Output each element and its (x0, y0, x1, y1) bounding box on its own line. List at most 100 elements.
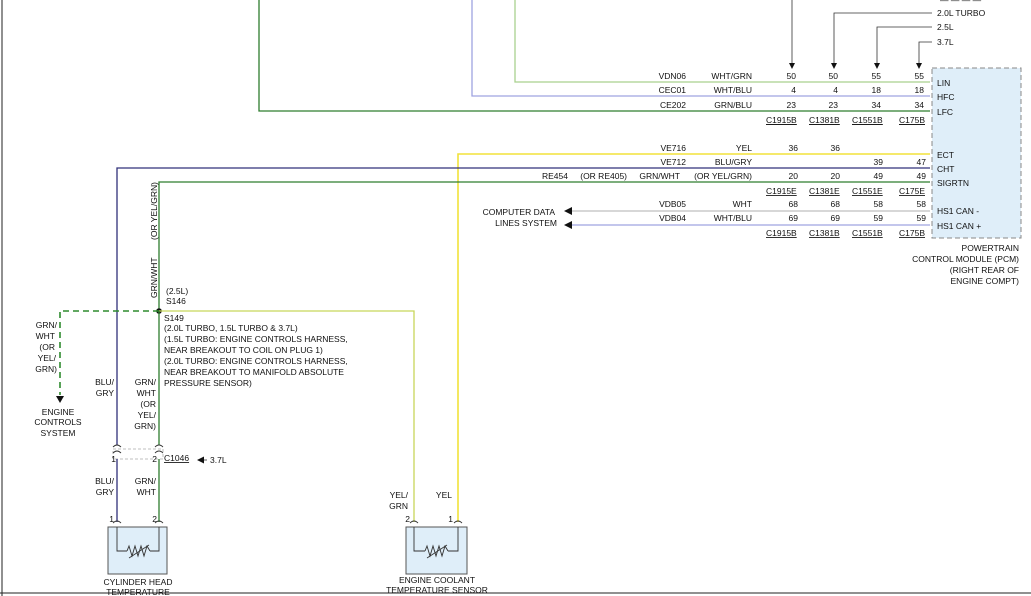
circuit-id-cec01: CEC01 (659, 85, 687, 95)
variant-arrows (789, 0, 932, 69)
connector-row3-c1551b: C1551B (852, 228, 883, 238)
connector-row1-c1551b: C1551B (852, 115, 883, 125)
cht-upper-right-wire-5: GRN) (134, 421, 156, 431)
ect-right-wire: YEL (436, 490, 452, 500)
c1046-pin-1: 1 (111, 454, 116, 464)
splice-s149-line2: (2.0L TURBO, 1.5L TURBO & 3.7L) (164, 323, 298, 333)
pcm-pin-lfc: LFC (937, 107, 953, 117)
circuit-color-vdb05: WHT (733, 199, 752, 209)
wire-re454-grn-wht (158, 181, 930, 310)
connector-row2-c1381e: C1381E (809, 186, 840, 196)
circuit-id-vdb04: VDB04 (659, 213, 686, 223)
ect-sensor-label-1: ENGINE COOLANT (399, 575, 475, 585)
cht-lower-left-wire-1: BLU/ (95, 476, 115, 486)
pin-vdb04-c1551: 59 (874, 213, 884, 223)
ect-left-wire-1: YEL/ (390, 490, 409, 500)
pin-re454-c1381: 20 (831, 171, 841, 181)
ect-left-wire-2: GRN (389, 501, 408, 511)
pin-re454-c175: 49 (917, 171, 927, 181)
variant-partial-label: — — — — (940, 0, 982, 5)
cht-sensor-pin-2: 2 (152, 514, 157, 524)
circuit-id-vdn06: VDN06 (659, 71, 687, 81)
cht-lower-right-wire-2: WHT (137, 487, 156, 497)
circuit-color-cec01: WHT/BLU (714, 85, 752, 95)
pcm-label-line3: (RIGHT REAR OF (950, 265, 1019, 275)
variant-label-3-7l: 3.7L (937, 37, 954, 47)
pin-vdb05-c1915: 68 (789, 199, 799, 209)
cht-sensor-pin-1: 1 (109, 514, 114, 524)
pin-ve712-c1551: 39 (874, 157, 884, 167)
pin-ve712-c175: 47 (917, 157, 927, 167)
connector-row1-c1381b: C1381B (809, 115, 840, 125)
c1046-variant: 3.7L (210, 455, 227, 465)
circuit-color-ce202: GRN/BLU (714, 100, 752, 110)
pcm-pin-hs1-can-minus: HS1 CAN - (937, 206, 979, 216)
vertical-wire-label-upper: (OR YEL/GRN) (149, 182, 159, 240)
left-branch-wire-5: GRN) (35, 364, 57, 374)
circuit-color-vdb04: WHT/BLU (714, 213, 752, 223)
engine-controls-label-1: ENGINE (42, 407, 75, 417)
c1046-pin-2: 2 (152, 454, 157, 464)
left-branch-wire-1: GRN/ (36, 320, 58, 330)
pin-re454-c1915: 20 (789, 171, 799, 181)
pin-re454-c1551: 49 (874, 171, 884, 181)
pin-cec01-c175: 18 (915, 85, 925, 95)
cht-upper-left-wire-2: GRY (96, 388, 115, 398)
cht-sensor-label-1: CYLINDER HEAD (104, 577, 173, 587)
pcm-pin-lin: LIN (937, 78, 950, 88)
c1046-variant-arrow (197, 456, 204, 464)
connector-row1-c175b: C175B (899, 115, 925, 125)
splice-s149-line3: (1.5L TURBO: ENGINE CONTROLS HARNESS, (164, 334, 348, 344)
connector-row3-c175b: C175B (899, 228, 925, 238)
ect-sensor-label-2: TEMPERATURE SENSOR (386, 585, 488, 595)
pcm-pin-cht: CHT (937, 164, 954, 174)
ect-sensor (405, 520, 468, 575)
pin-vdb05-c1381: 68 (831, 199, 841, 209)
connector-row1-c1915b: C1915B (766, 115, 797, 125)
circuit-color-ve712: BLU/GRY (715, 157, 752, 167)
cht-lower-left-wire-2: GRY (96, 487, 115, 497)
variant-label-2-0l-turbo: 2.0L TURBO (937, 8, 986, 18)
cht-sensor-label-2: TEMPERATURE (106, 587, 170, 596)
pcm-label-line1: POWERTRAIN (962, 243, 1019, 253)
circuit-id-vdb05: VDB05 (659, 199, 686, 209)
pcm-pin-hfc: HFC (937, 92, 954, 102)
splice-s146-variant: (2.5L) (166, 286, 188, 296)
pin-ve716-c1381: 36 (831, 143, 841, 153)
left-branch-wire-2: WHT (36, 331, 55, 341)
computer-data-label-1: COMPUTER DATA (483, 207, 556, 217)
pin-cec01-c1381: 4 (833, 85, 838, 95)
pin-vdn06-c1551: 55 (872, 71, 882, 81)
pin-vdn06-c1381: 50 (829, 71, 839, 81)
pin-cec01-c1551: 18 (872, 85, 882, 95)
pin-vdn06-c1915: 50 (787, 71, 797, 81)
splice-s149-line4: NEAR BREAKOUT TO COIL ON PLUG 1) (164, 345, 323, 355)
cht-upper-left-wire-1: BLU/ (95, 377, 115, 387)
cht-upper-right-wire-4: YEL/ (138, 410, 157, 420)
vertical-wire-label-lower: GRN/WHT (149, 257, 159, 298)
engine-controls-label-3: SYSTEM (41, 428, 76, 438)
pin-ce202-c175: 34 (915, 100, 925, 110)
engine-controls-arrow (56, 396, 64, 403)
circuit-color-vdn06: WHT/GRN (711, 71, 752, 81)
connector-row2-c175e: C175E (899, 186, 925, 196)
splice-s146-name: S146 (166, 296, 186, 306)
connector-row3-c1381b: C1381B (809, 228, 840, 238)
pin-vdn06-c175: 55 (915, 71, 925, 81)
pcm-label-line4: ENGINE COMPT) (951, 276, 1020, 286)
cht-upper-right-wire-2: WHT (137, 388, 156, 398)
circuit-color-ve716: YEL (736, 143, 752, 153)
circuit-id-ve712: VE712 (660, 157, 686, 167)
cht-sensor (107, 520, 168, 575)
wire-vdn06 (514, 0, 930, 83)
pcm-pin-sigrtn: SIGRTN (937, 178, 969, 188)
connector-row2-c1915e: C1915E (766, 186, 797, 196)
ect-sensor-pin-2: 2 (405, 514, 410, 524)
pin-ce202-c1915: 23 (787, 100, 797, 110)
variant-label-2-5l: 2.5L (937, 22, 954, 32)
ect-sensor-pin-1: 1 (448, 514, 453, 524)
connector-row2-c1551e: C1551E (852, 186, 883, 196)
pin-ve716-c1915: 36 (789, 143, 799, 153)
pcm-label-line2: CONTROL MODULE (PCM) (912, 254, 1019, 264)
splice-s149-line1: S149 (164, 313, 184, 323)
